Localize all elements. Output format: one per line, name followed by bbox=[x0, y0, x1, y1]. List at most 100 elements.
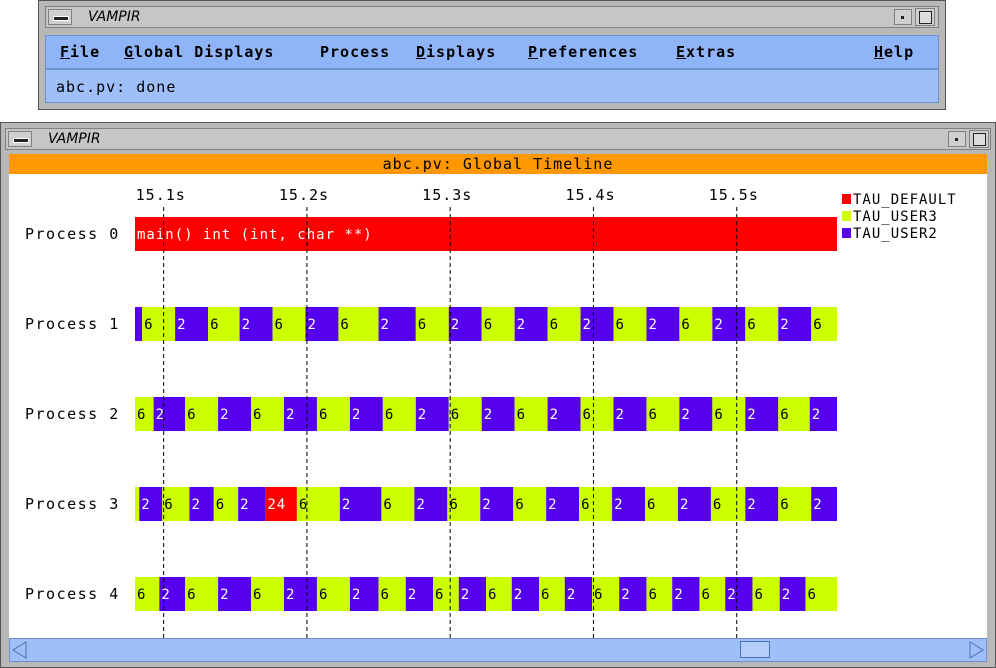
segment-label: 6 bbox=[581, 497, 590, 513]
segment-label: 2 bbox=[461, 587, 470, 603]
segment-label: 2 bbox=[812, 407, 821, 423]
scroll-left-arrow-icon[interactable] bbox=[12, 641, 28, 659]
segment-label: 2 bbox=[240, 497, 249, 513]
scrollbar-thumb[interactable] bbox=[740, 641, 770, 658]
segment-label: 2 bbox=[451, 317, 460, 333]
menu-file-mnemonic: F bbox=[60, 43, 71, 61]
window-menu-icon bbox=[13, 138, 29, 143]
time-tick-label: 15.1s bbox=[136, 186, 186, 204]
segment-label: 2 bbox=[517, 317, 526, 333]
segment-label: 2 bbox=[416, 497, 425, 513]
segment-label: 2 bbox=[621, 587, 630, 603]
legend-label: TAU_DEFAULT bbox=[853, 192, 957, 208]
segment-label: 6 bbox=[807, 587, 816, 603]
segment-label: 6 bbox=[780, 497, 789, 513]
menu-displays[interactable]: Displays bbox=[416, 43, 496, 61]
window-menu-button[interactable] bbox=[48, 9, 72, 25]
segment-label: 2 bbox=[220, 587, 229, 603]
title-bar[interactable]: VAMPIR bbox=[45, 6, 939, 28]
segment-label: 6 bbox=[713, 497, 722, 513]
minimize-button[interactable] bbox=[894, 9, 912, 25]
display-header: abc.pv: Global Timeline bbox=[9, 154, 987, 174]
minimize-button[interactable] bbox=[948, 131, 966, 147]
title-bar[interactable]: VAMPIR bbox=[5, 128, 991, 150]
process-label: Process 1 bbox=[25, 315, 120, 333]
segment-label: 2 bbox=[567, 587, 576, 603]
menu-global-displays-mnemonic: G bbox=[124, 43, 135, 61]
legend-swatch bbox=[842, 211, 851, 221]
timeline-segment[interactable] bbox=[135, 487, 140, 521]
menu-extras[interactable]: Extras bbox=[676, 43, 736, 61]
menu-file[interactable]: File bbox=[60, 43, 100, 61]
segment-label: 2 bbox=[418, 407, 427, 423]
legend-swatch bbox=[842, 194, 851, 204]
segment-label: 6 bbox=[381, 587, 390, 603]
segment-label: 2 bbox=[680, 497, 689, 513]
segment-label: 2 bbox=[342, 497, 351, 513]
segment-label: 2 bbox=[681, 407, 690, 423]
time-tick-label: 15.4s bbox=[565, 186, 615, 204]
segment-label: 6 bbox=[144, 317, 153, 333]
segment-label: 2 bbox=[727, 587, 736, 603]
maximize-icon bbox=[919, 11, 932, 24]
segment-label: 6 bbox=[488, 587, 497, 603]
menu-process-label: Process bbox=[320, 43, 391, 61]
segment-label: 6 bbox=[210, 317, 219, 333]
segment-label: 6 bbox=[550, 317, 559, 333]
segment-label: 6 bbox=[648, 407, 657, 423]
legend-label: TAU_USER2 bbox=[853, 226, 938, 242]
status-text: abc.pv: done bbox=[56, 78, 177, 96]
segment-label: 2 bbox=[548, 497, 557, 513]
menu-help[interactable]: Help bbox=[874, 43, 914, 61]
menu-bar: File Global Displays Process Displays Pr… bbox=[45, 35, 939, 69]
segment-label: 2 bbox=[648, 317, 657, 333]
process-label: Process 3 bbox=[25, 495, 120, 513]
maximize-icon bbox=[973, 133, 986, 146]
segment-label: 6 bbox=[517, 407, 526, 423]
segment-label: 6 bbox=[616, 317, 625, 333]
segment-label: 6 bbox=[385, 407, 394, 423]
segment-label: 2 bbox=[408, 587, 417, 603]
segment-label: 6 bbox=[515, 497, 524, 513]
menu-global-displays[interactable]: Global Displays bbox=[124, 43, 274, 61]
menu-preferences-label: references bbox=[538, 43, 639, 61]
legend-swatch bbox=[842, 228, 851, 238]
segment-label: 2 bbox=[747, 497, 756, 513]
segment-label: 2 bbox=[674, 587, 683, 603]
segment-label: 2 bbox=[352, 407, 361, 423]
horizontal-scrollbar[interactable] bbox=[9, 638, 987, 662]
segment-label: 6 bbox=[583, 407, 592, 423]
timeline-canvas[interactable]: Process 0 main() int (int, char **) Proces… bbox=[9, 174, 987, 638]
segment-label: 6 bbox=[647, 497, 656, 513]
segment-label: 2 bbox=[242, 317, 251, 333]
process-label: Process 2 bbox=[25, 405, 120, 423]
main-menu-window: VAMPIR File Global Displays Process Disp… bbox=[38, 0, 946, 110]
segment-label: 2 bbox=[220, 407, 229, 423]
segment-label: 6 bbox=[275, 317, 284, 333]
global-timeline-window: VAMPIR abc.pv: Global Timeline Process 0… bbox=[0, 122, 996, 668]
segment-label: 2 bbox=[307, 317, 316, 333]
scroll-right-arrow-icon[interactable] bbox=[968, 641, 984, 659]
window-menu-button[interactable] bbox=[8, 131, 32, 147]
menu-preferences[interactable]: Preferences bbox=[528, 43, 638, 61]
segment-label: 6 bbox=[747, 317, 756, 333]
timeline-chart[interactable]: Process 0 main() int (int, char **) Proces… bbox=[9, 174, 989, 638]
display-title: abc.pv: Global Timeline bbox=[382, 155, 614, 173]
segment-label: 6 bbox=[253, 407, 262, 423]
segment-label: 2 bbox=[714, 317, 723, 333]
segment-label: 2 bbox=[782, 587, 791, 603]
menu-preferences-mnemonic: P bbox=[528, 43, 539, 61]
menu-process[interactable]: Process bbox=[320, 43, 390, 61]
segment-label: 6 bbox=[216, 497, 225, 513]
menu-file-label: ile bbox=[70, 43, 101, 61]
segment-label: 24 bbox=[267, 497, 286, 513]
segment-label: 6 bbox=[780, 407, 789, 423]
menu-displays-label: isplays bbox=[426, 43, 497, 61]
segment-label: 6 bbox=[340, 317, 349, 333]
maximize-button[interactable] bbox=[969, 130, 989, 148]
timeline-segment[interactable] bbox=[135, 307, 143, 341]
maximize-button[interactable] bbox=[915, 8, 935, 26]
segment-label: 2 bbox=[484, 407, 493, 423]
window-title: VAMPIR bbox=[48, 131, 101, 147]
window-title: VAMPIR bbox=[88, 9, 141, 25]
